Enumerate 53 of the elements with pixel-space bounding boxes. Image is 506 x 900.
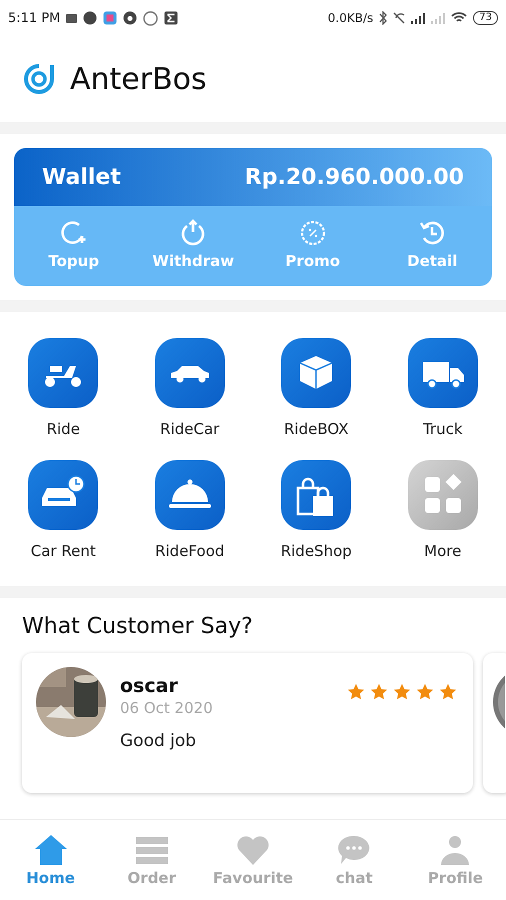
service-button[interactable]: More xyxy=(380,460,506,560)
ring-icon xyxy=(123,11,138,25)
service-button[interactable]: RideFood xyxy=(126,460,253,560)
wallet-title: Wallet xyxy=(42,164,121,190)
nav-tab[interactable]: Favourite xyxy=(202,833,304,887)
wifi-icon xyxy=(451,12,468,24)
shopping-bags-icon xyxy=(281,460,352,530)
wallet-balance: Rp.20.960.000.00 xyxy=(244,164,464,190)
home-icon xyxy=(32,833,69,867)
star-icon xyxy=(393,683,411,701)
alarm-off-icon xyxy=(393,12,406,24)
nav-tab[interactable]: Profile xyxy=(404,833,506,887)
signal-icon xyxy=(431,12,446,24)
truck-icon xyxy=(408,338,478,408)
status-time: 5:11 PM xyxy=(8,10,60,26)
circle-icon xyxy=(83,11,98,25)
grid-icon xyxy=(408,460,478,530)
app-title: AnterBos xyxy=(70,62,207,96)
bag-icon xyxy=(66,13,78,23)
sigma-icon xyxy=(164,11,178,25)
star-icon xyxy=(416,683,434,701)
service-button[interactable]: Ride xyxy=(0,338,126,438)
cloche-icon xyxy=(154,460,225,530)
service-button[interactable]: RideShop xyxy=(253,460,380,560)
review-date: 06 Oct 2020 xyxy=(120,699,213,717)
bluetooth-icon xyxy=(379,11,388,25)
service-button[interactable]: RideCar xyxy=(126,338,253,438)
signal-icon xyxy=(411,12,426,24)
wallet-action-button[interactable]: Topup xyxy=(14,214,134,274)
star-icon xyxy=(347,683,365,701)
section-title: What Customer Say? xyxy=(22,614,254,639)
star-icon xyxy=(370,683,388,701)
logo-icon xyxy=(22,62,56,96)
wallet-action-button[interactable]: Detail xyxy=(372,214,492,274)
nav-tab[interactable]: Home xyxy=(0,833,102,887)
service-button[interactable]: Car Rent xyxy=(0,460,126,560)
car-clock-icon xyxy=(28,460,98,530)
reviewer-name: oscar xyxy=(120,675,179,697)
app-icon xyxy=(103,11,118,25)
box-icon xyxy=(281,338,352,408)
battery-level: 73 xyxy=(473,11,498,25)
scooter-icon xyxy=(28,338,98,408)
car-icon xyxy=(154,338,225,408)
service-button[interactable]: Truck xyxy=(380,338,506,438)
review-text: Good job xyxy=(120,731,198,751)
nav-tab[interactable]: Order xyxy=(101,833,202,887)
service-button[interactable]: RideBOX xyxy=(253,338,380,438)
network-speed: 0.0KB/s xyxy=(328,11,374,25)
wallet-action-button[interactable]: Withdraw xyxy=(134,214,253,274)
star-icon xyxy=(439,683,457,701)
circle-outline-icon xyxy=(143,10,158,26)
wallet-action-button[interactable]: Promo xyxy=(253,214,372,274)
nav-tab[interactable]: chat xyxy=(304,833,405,887)
